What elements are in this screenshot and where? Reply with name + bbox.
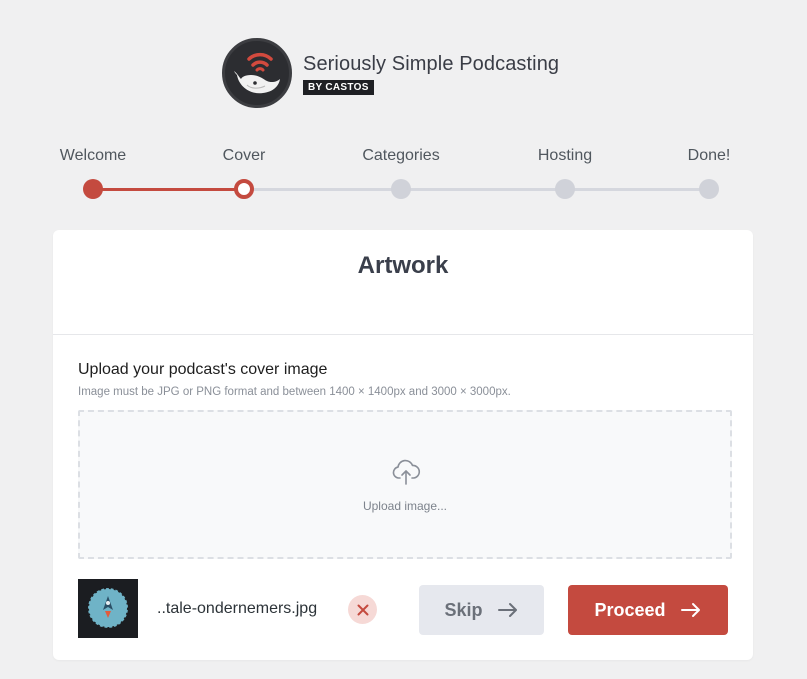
arrow-right-icon — [497, 602, 519, 618]
arrow-right-icon — [680, 602, 702, 618]
brand-title: Seriously Simple Podcasting — [303, 52, 560, 75]
divider — [53, 334, 753, 335]
step-dot-welcome — [83, 179, 103, 199]
step-label-hosting: Hosting — [537, 147, 593, 164]
card-title: Artwork — [357, 252, 449, 279]
cloud-upload-icon — [391, 457, 421, 487]
brand-header: Seriously Simple Podcasting BY CASTOS — [222, 38, 559, 108]
step-dot-cover — [234, 179, 254, 199]
step-label-welcome: Welcome — [59, 147, 127, 164]
step-dot-done — [699, 179, 719, 199]
artwork-card: Artwork Upload your podcast's cover imag… — [53, 230, 753, 660]
step-dot-categories — [391, 179, 411, 199]
step-track-completed — [93, 188, 244, 191]
upload-field-label: Upload your podcast's cover image — [78, 361, 328, 378]
brand-text: Seriously Simple Podcasting BY CASTOS — [303, 52, 559, 95]
brand-badge: BY CASTOS — [303, 79, 374, 95]
step-label-done: Done! — [687, 147, 731, 164]
remove-file-button[interactable] — [348, 595, 377, 624]
skip-button[interactable]: Skip — [419, 585, 544, 635]
proceed-button-label: Proceed — [594, 599, 666, 620]
step-label-categories: Categories — [362, 147, 440, 164]
upload-field-hint: Image must be JPG or PNG format and betw… — [78, 386, 511, 398]
file-name: ..tale-ondernemers.jpg — [157, 600, 318, 617]
proceed-button[interactable]: Proceed — [568, 585, 728, 635]
step-label-cover: Cover — [222, 147, 266, 164]
skip-button-label: Skip — [444, 599, 483, 620]
step-track-remaining — [244, 188, 709, 191]
step-dot-hosting — [555, 179, 575, 199]
close-icon — [357, 604, 368, 615]
whale-broadcast-icon — [222, 38, 292, 108]
image-dropzone[interactable]: Upload image... — [78, 410, 732, 559]
cover-thumbnail — [78, 579, 138, 638]
upload-text: Upload image... — [362, 499, 448, 513]
progress-stepper: Welcome Cover Categories Hosting Done! — [0, 140, 807, 210]
